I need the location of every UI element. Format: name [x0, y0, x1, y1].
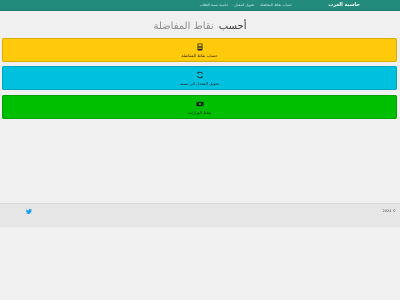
ministry-points-label: نقاط الوزارات: [187, 110, 212, 115]
nav-item-points[interactable]: حساب نقاط المفاضلة: [260, 0, 292, 10]
navbar: حاسبة الغرب حساب نقاط المفاضلة تحويل الم…: [0, 0, 400, 10]
refresh-icon: [196, 71, 204, 79]
page-title-part2: نقاط المفاضلة: [153, 21, 214, 32]
navbar-divider: [0, 10, 400, 11]
money-icon: [195, 100, 204, 108]
brand-link[interactable]: حاسبة الغرب: [328, 0, 360, 10]
copyright-text: 2024 ©: [382, 209, 396, 213]
footer: 2024 ©: [0, 203, 400, 227]
calc-points-label: حساب نقاط المفاضلة: [181, 53, 218, 58]
calculator-icon: [196, 43, 204, 51]
ministry-points-card[interactable]: نقاط الوزارات: [2, 95, 397, 119]
twitter-icon[interactable]: [26, 209, 32, 214]
calc-points-card[interactable]: حساب نقاط المفاضلة: [2, 38, 397, 62]
nav-item-students[interactable]: حاسبة نسبة الطلاب: [200, 0, 229, 10]
nav-item-convert[interactable]: تحويل المعدل: [234, 0, 254, 10]
convert-gpa-label: تحويل المعدل الى نسبة: [180, 81, 219, 86]
page-title-part1: أحسب: [218, 21, 247, 32]
convert-gpa-card[interactable]: تحويل المعدل الى نسبة: [2, 66, 397, 90]
page-title: أحسب نقاط المفاضلة: [0, 14, 400, 32]
nav-links: حساب نقاط المفاضلة تحويل المعدل حاسبة نس…: [200, 0, 292, 10]
